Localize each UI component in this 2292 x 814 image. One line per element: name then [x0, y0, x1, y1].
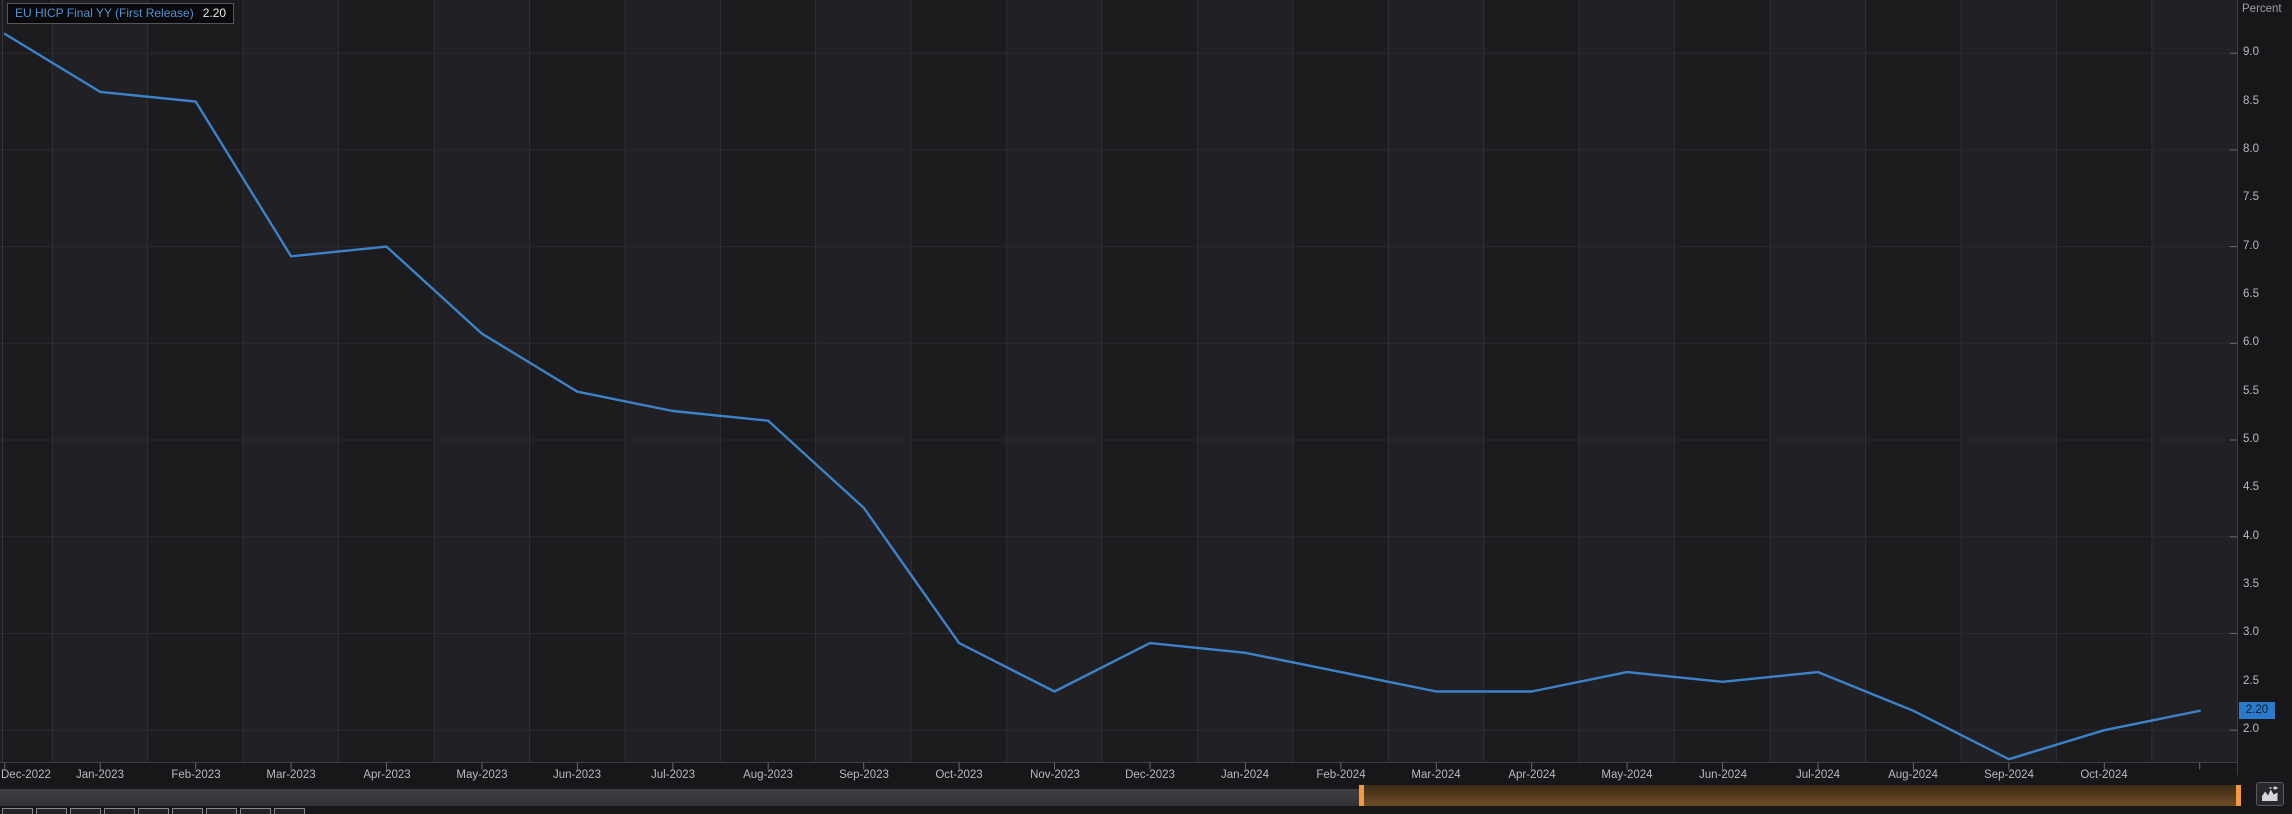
chart-window: Percent Dec-2022Jan-2023Feb-2023Mar-2023… — [0, 0, 2292, 814]
x-axis-label: Apr-2023 — [340, 769, 434, 781]
x-axis-label: Dec-2023 — [1103, 769, 1197, 781]
x-axis-label: Aug-2023 — [721, 769, 815, 781]
bottom-tab[interactable] — [138, 808, 169, 814]
x-axis-label: Oct-2024 — [2057, 769, 2151, 781]
legend-series-label: EU HICP Final YY (First Release) — [15, 4, 194, 23]
y-axis-label: 3.5 — [2243, 578, 2287, 590]
x-axis-label: Sep-2024 — [1962, 769, 2056, 781]
x-axis-label: Jun-2023 — [530, 769, 624, 781]
x-axis-label: Feb-2024 — [1294, 769, 1388, 781]
y-axis-label: 8.0 — [2243, 143, 2287, 155]
range-handle-right[interactable] — [2236, 785, 2241, 806]
y-axis-label: 5.5 — [2243, 385, 2287, 397]
y-axis-label: 4.0 — [2243, 530, 2287, 542]
x-axis-label: Jun-2024 — [1676, 769, 1770, 781]
range-handle-left[interactable] — [1359, 785, 1364, 806]
bottom-tab[interactable] — [206, 808, 237, 814]
y-axis-label: 3.0 — [2243, 626, 2287, 638]
x-axis-label: Oct-2023 — [912, 769, 1006, 781]
y-axis-label: 7.0 — [2243, 240, 2287, 252]
bottom-tab[interactable] — [36, 808, 67, 814]
chart-expand-icon — [2261, 786, 2279, 802]
x-axis-label: May-2023 — [435, 769, 529, 781]
x-axis-label: Mar-2023 — [244, 769, 338, 781]
y-axis-label: 2.5 — [2243, 675, 2287, 687]
y-axis-label: 6.5 — [2243, 288, 2287, 300]
y-axis-label: 7.5 — [2243, 191, 2287, 203]
bottom-tab[interactable] — [240, 808, 271, 814]
range-scrollbar-track[interactable] — [0, 789, 1360, 806]
bottom-tab[interactable] — [172, 808, 203, 814]
legend[interactable]: EU HICP Final YY (First Release) 2.20 — [7, 3, 234, 24]
bottom-tab[interactable] — [70, 808, 101, 814]
last-price-label: 2.20 — [2239, 702, 2275, 719]
y-axis-label: 8.5 — [2243, 95, 2287, 107]
x-axis-label: Feb-2023 — [149, 769, 243, 781]
x-axis-label: Jul-2023 — [626, 769, 720, 781]
range-scrollbar-selected-range[interactable] — [1364, 785, 2236, 806]
x-axis-label: Mar-2024 — [1389, 769, 1483, 781]
x-axis-label: Apr-2024 — [1485, 769, 1579, 781]
y-axis-label: 6.0 — [2243, 336, 2287, 348]
y-axis-label: 9.0 — [2243, 46, 2287, 58]
chart-plot-area[interactable] — [0, 0, 2292, 814]
bottom-tab[interactable] — [274, 808, 305, 814]
x-axis-label: Jul-2024 — [1771, 769, 1865, 781]
y-axis-label: 2.0 — [2243, 723, 2287, 735]
x-axis-label: Nov-2023 — [1008, 769, 1102, 781]
x-axis-label: May-2024 — [1580, 769, 1674, 781]
x-axis-label: Jan-2023 — [53, 769, 147, 781]
x-axis-label: Jan-2024 — [1198, 769, 1292, 781]
y-axis-title: Percent — [2242, 3, 2282, 15]
x-axis-label: Sep-2023 — [817, 769, 911, 781]
bottom-tab[interactable] — [2, 808, 33, 814]
bottom-tab[interactable] — [104, 808, 135, 814]
reset-zoom-button[interactable] — [2256, 782, 2284, 806]
y-axis-label: 4.5 — [2243, 481, 2287, 493]
legend-last-value: 2.20 — [203, 4, 226, 23]
y-axis-label: 5.0 — [2243, 433, 2287, 445]
x-axis-label: Aug-2024 — [1866, 769, 1960, 781]
